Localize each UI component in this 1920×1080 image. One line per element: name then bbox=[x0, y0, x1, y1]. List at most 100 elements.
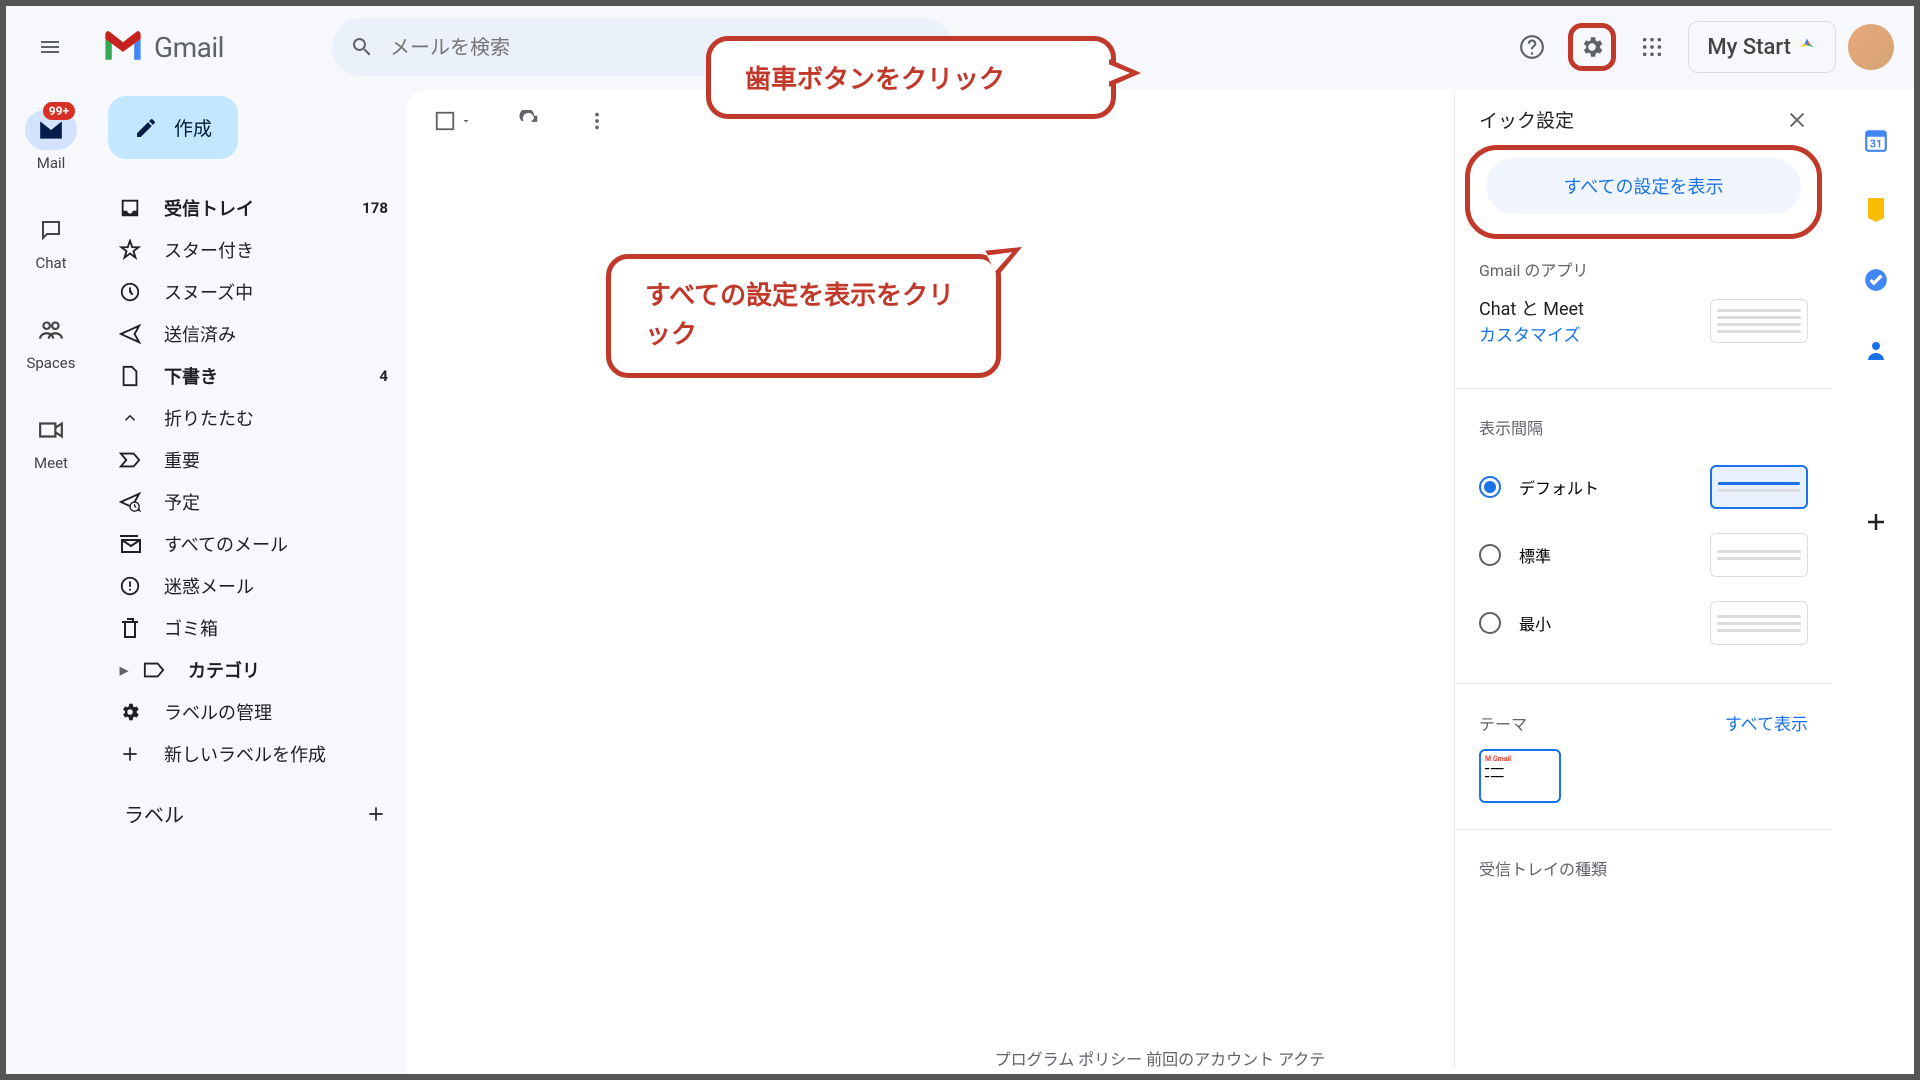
compose-label: 作成 bbox=[174, 114, 212, 141]
density-compact[interactable]: 最小 bbox=[1479, 589, 1808, 657]
mystart-label: My Start bbox=[1707, 35, 1791, 60]
plus-icon[interactable] bbox=[366, 804, 386, 824]
contacts-icon bbox=[1864, 337, 1888, 363]
meet-icon bbox=[38, 419, 64, 441]
caret-right-icon: ▶ bbox=[118, 664, 130, 677]
theme-thumbnail[interactable]: M Gmail ━ ━━━ ━ ━━━ bbox=[1479, 749, 1561, 803]
rail-spaces[interactable]: Spaces bbox=[25, 310, 77, 372]
account-avatar[interactable] bbox=[1848, 24, 1894, 70]
side-panel: 31 bbox=[1844, 90, 1908, 536]
apps-button[interactable] bbox=[1628, 23, 1676, 71]
gmail-icon bbox=[102, 31, 144, 63]
settings-button[interactable] bbox=[1568, 23, 1616, 71]
rail-label: Mail bbox=[37, 154, 66, 172]
quick-settings-title: イック設定 bbox=[1479, 106, 1574, 133]
spaces-icon bbox=[38, 317, 64, 343]
hamburger-icon bbox=[38, 35, 62, 59]
app-rail: 99+ Mail Chat Spaces Meet bbox=[6, 88, 96, 1074]
header-right: My Start bbox=[1508, 21, 1894, 73]
select-all-checkbox[interactable] bbox=[434, 110, 472, 132]
inbox-type-title: 受信トレイの種類 bbox=[1479, 856, 1808, 880]
clock-icon bbox=[119, 281, 141, 303]
rail-mail[interactable]: 99+ Mail bbox=[25, 110, 77, 172]
main-menu-button[interactable] bbox=[26, 23, 74, 71]
scheduled-icon bbox=[119, 491, 141, 513]
tasks-button[interactable] bbox=[1862, 266, 1890, 294]
customize-link[interactable]: カスタマイズ bbox=[1479, 321, 1584, 346]
theme-title: テーマ bbox=[1479, 711, 1527, 735]
calendar-button[interactable]: 31 bbox=[1862, 126, 1890, 154]
close-icon[interactable] bbox=[1786, 109, 1808, 131]
inbox-icon bbox=[119, 197, 141, 219]
gear-icon bbox=[119, 701, 141, 723]
nav-snoozed[interactable]: スヌーズ中 bbox=[108, 271, 406, 313]
nav-new-label[interactable]: 新しいラベルを作成 bbox=[108, 733, 406, 775]
mail-badge: 99+ bbox=[43, 102, 75, 120]
add-button[interactable] bbox=[1862, 508, 1890, 536]
nav-manage-labels[interactable]: ラベルの管理 bbox=[108, 691, 406, 733]
search-icon bbox=[350, 35, 374, 59]
rail-meet[interactable]: Meet bbox=[25, 410, 77, 472]
nav-categories[interactable]: ▶カテゴリ bbox=[108, 649, 406, 691]
density-comfortable[interactable]: 標準 bbox=[1479, 521, 1808, 589]
density-title: 表示間隔 bbox=[1479, 415, 1808, 439]
radio-icon bbox=[1479, 612, 1501, 634]
footer-text: プログラム ポリシー 前回のアカウント アクテ bbox=[995, 1046, 1326, 1070]
nav-sent[interactable]: 送信済み bbox=[108, 313, 406, 355]
more-vert-icon bbox=[586, 110, 608, 132]
more-button[interactable] bbox=[586, 110, 608, 132]
refresh-button[interactable] bbox=[518, 110, 540, 132]
gmail-text: Gmail bbox=[154, 31, 224, 64]
nav-scheduled[interactable]: 予定 bbox=[108, 481, 406, 523]
calendar-icon: 31 bbox=[1863, 127, 1889, 153]
help-icon bbox=[1519, 34, 1545, 60]
file-icon bbox=[120, 365, 140, 387]
contacts-button[interactable] bbox=[1862, 336, 1890, 364]
keep-button[interactable] bbox=[1862, 196, 1890, 224]
rail-chat[interactable]: Chat bbox=[25, 210, 77, 272]
rail-label: Chat bbox=[35, 254, 66, 272]
nav-trash[interactable]: ゴミ箱 bbox=[108, 607, 406, 649]
caret-down-icon bbox=[460, 115, 472, 127]
callout-all-settings: すべての設定を表示をクリック bbox=[606, 254, 1001, 378]
nav-collapse[interactable]: 折りたたむ bbox=[108, 397, 406, 439]
nav-spam[interactable]: 迷惑メール bbox=[108, 565, 406, 607]
nav-allmail[interactable]: すべてのメール bbox=[108, 523, 406, 565]
trash-icon bbox=[120, 617, 140, 639]
labels-header: ラベル bbox=[108, 775, 406, 828]
important-icon bbox=[119, 451, 141, 469]
apps-grid-icon bbox=[1641, 36, 1663, 58]
allmail-icon bbox=[118, 534, 142, 554]
label-icon bbox=[143, 661, 165, 679]
nav-inbox[interactable]: 受信トレイ178 bbox=[108, 187, 406, 229]
quick-settings-panel: イック設定 すべての設定を表示 Gmail のアプリ Chat と Meet カ… bbox=[1454, 90, 1832, 1068]
svg-text:31: 31 bbox=[1870, 138, 1882, 151]
nav-drafts[interactable]: 下書き4 bbox=[108, 355, 406, 397]
pencil-icon bbox=[134, 116, 158, 140]
star-icon bbox=[119, 239, 141, 261]
mystart-button[interactable]: My Start bbox=[1688, 21, 1836, 73]
chat-icon bbox=[39, 218, 63, 242]
sidebar: 作成 受信トレイ178 スター付き スヌーズ中 送信済み 下書き4 折りたたむ … bbox=[96, 88, 406, 1074]
density-default[interactable]: デフォルト bbox=[1479, 453, 1808, 521]
spam-icon bbox=[119, 575, 141, 597]
gear-icon bbox=[1579, 34, 1605, 60]
nav-important[interactable]: 重要 bbox=[108, 439, 406, 481]
keep-icon bbox=[1864, 196, 1888, 224]
mail-icon bbox=[38, 119, 64, 141]
all-settings-highlight: すべての設定を表示 bbox=[1465, 145, 1822, 239]
chevron-up-icon bbox=[121, 409, 139, 427]
see-all-settings-button[interactable]: すべての設定を表示 bbox=[1486, 158, 1801, 214]
nav-starred[interactable]: スター付き bbox=[108, 229, 406, 271]
radio-icon bbox=[1479, 544, 1501, 566]
refresh-icon bbox=[518, 110, 540, 132]
compose-button[interactable]: 作成 bbox=[108, 96, 238, 159]
theme-view-all[interactable]: すべて表示 bbox=[1725, 710, 1808, 735]
mystart-logo-icon bbox=[1797, 37, 1817, 57]
send-icon bbox=[119, 323, 141, 345]
support-button[interactable] bbox=[1508, 23, 1556, 71]
gmail-apps-title: Gmail のアプリ bbox=[1479, 257, 1808, 281]
gmail-logo[interactable]: Gmail bbox=[102, 31, 224, 64]
checkbox-icon bbox=[434, 110, 456, 132]
apps-thumb bbox=[1710, 299, 1808, 343]
